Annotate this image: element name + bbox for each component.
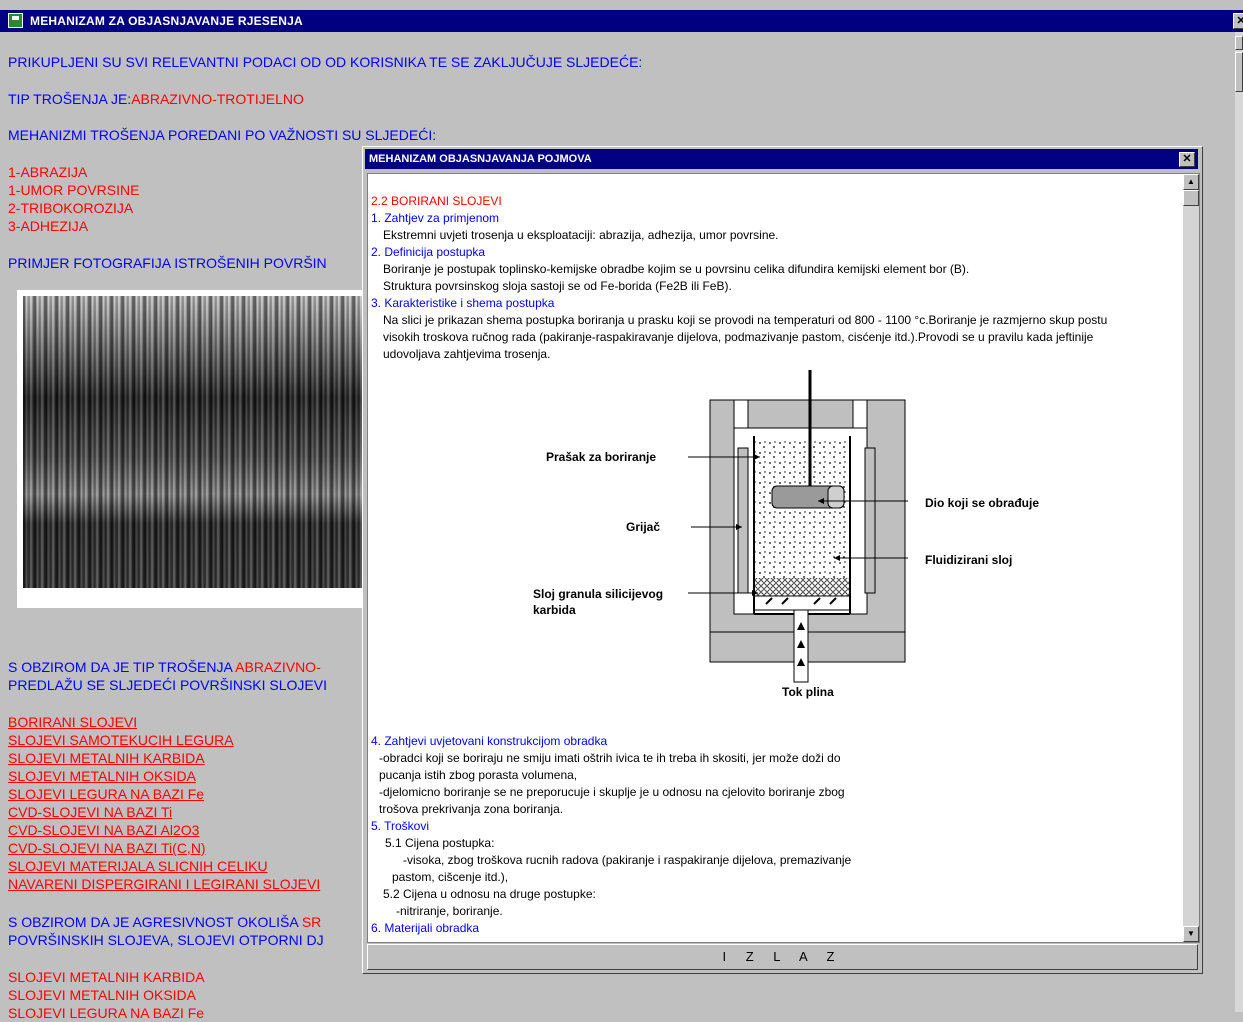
boriding-diagram: Prašak za boriranje Grijač Sloj granula … — [533, 370, 1048, 715]
main-scroll-thumb[interactable] — [1235, 52, 1243, 92]
worn-surface-photo-frame — [17, 290, 377, 608]
suggestion-prefix: S OBZIROM DA JE TIP TROŠENJA — [8, 659, 236, 675]
layer-link-metalni-karbidi[interactable]: SLOJEVI METALNIH KARBIDA — [8, 749, 205, 767]
layer-link-borirani[interactable]: BORIRANI SLOJEVI — [8, 713, 137, 731]
dialog-title-bar: MEHANIZAM OBJASNJAVANJA POJMOVA ✕ — [365, 149, 1198, 169]
section-4-line-1: -obradci koji se boriraju ne smiju imati… — [379, 751, 841, 765]
mechanism-item: 2-TRIBOKOROZIJA — [8, 200, 134, 216]
layer-link-cvd-al2o3[interactable]: CVD-SLOJEVI NA BAZI Al2O3 — [8, 821, 199, 839]
mechanism-item: 1-ABRAZIJA — [8, 164, 88, 180]
section-1-title: 1. Zahtjev za primjenom — [371, 211, 500, 225]
section-3-text-3: udovoljava zahtjevima trosenja. — [383, 347, 551, 361]
label-heater: Grijač — [626, 520, 661, 534]
suggestion-wear-type: ABRAZIVNO- — [235, 659, 321, 675]
label-gas-flow: Tok plina — [782, 685, 834, 699]
section-4-line-3: -djelomicno boriranje se ne preporucuje … — [379, 785, 845, 799]
worn-surface-photo — [23, 296, 377, 588]
main-scrollbar[interactable] — [1235, 32, 1243, 1012]
dialog-close-button[interactable]: ✕ — [1179, 152, 1195, 167]
wear-type-value: ABRAZIVNO-TROTIJELNO — [131, 91, 304, 107]
mechanism-item: 1-UMOR POVRSINE — [8, 182, 140, 198]
aggressiveness-line-2: POVRŠINSKIH SLOJEVA, SLOJEVI OTPORNI DJ — [8, 932, 324, 948]
bottom-list-item: SLOJEVI METALNIH OKSIDA — [8, 987, 197, 1003]
boriding-schematic — [688, 370, 908, 683]
section-5-2-a: -nitriranje, boriranje. — [396, 904, 503, 918]
section-3-text-1: Na slici je prikazan shema postupka bori… — [383, 313, 1108, 327]
mechanisms-heading: MEHANIZMI TROŠENJA POREDANI PO VAŽNOSTI … — [8, 127, 437, 143]
window-title: MEHANIZAM ZA OBJASNJAVANJE RJESENJA — [30, 14, 303, 28]
section-5-1-a: -visoka, zbog troškova rucnih radova (pa… — [403, 853, 852, 867]
main-title-bar: MEHANIZAM ZA OBJASNJAVANJE RJESENJA ✕ — [0, 10, 1243, 32]
label-powder: Prašak za boriranje — [546, 450, 657, 464]
dialog-scrollbar[interactable]: ▲ ▼ — [1183, 174, 1199, 942]
dialog-scroll-thumb[interactable] — [1183, 190, 1199, 206]
layer-link-slicni-celiku[interactable]: SLOJEVI MATERIJALA SLICNIH CELIKU — [8, 857, 268, 875]
section-2-title: 2. Definicija postupka — [371, 245, 486, 259]
label-workpiece: Dio koji se obrađuje — [925, 496, 1040, 510]
section-5-1: 5.1 Cijena postupka: — [385, 836, 495, 850]
dialog-content: 2.2 BORIRANI SLOJEVI 1. Zahtjev za primj… — [367, 173, 1200, 943]
layer-link-legure-fe[interactable]: SLOJEVI LEGURA NA BAZI Fe — [8, 785, 204, 803]
explanation-dialog: MEHANIZAM OBJASNJAVANJA POJMOVA ✕ 2.2 BO… — [362, 146, 1203, 974]
section-3-title: 3. Karakteristike i shema postupka — [371, 296, 555, 310]
section-5-1-b: pastom, cišcenje itd.), — [392, 870, 509, 884]
suggestion-line-1: S OBZIROM DA JE TIP TROŠENJA ABRAZIVNO- — [8, 658, 321, 676]
layer-link-cvd-ti[interactable]: CVD-SLOJEVI NA BAZI Ti — [8, 803, 172, 821]
layer-link-metalni-oksidi[interactable]: SLOJEVI METALNIH OKSIDA — [8, 767, 196, 785]
section-5-2: 5.2 Cijena u odnosu na druge postupke: — [383, 887, 596, 901]
section-4-title: 4. Zahtjevi uvjetovani konstrukcijom obr… — [371, 734, 608, 748]
wear-type-line: TIP TROŠENJA JE:ABRAZIVNO-TROTIJELNO — [8, 90, 304, 108]
wear-type-label: TIP TROŠENJA JE: — [8, 91, 132, 107]
app-icon — [8, 13, 23, 28]
section-2-text-2: Struktura povrsinskog sloja sastoji se o… — [383, 279, 732, 293]
label-fluidized-layer: Fluidizirani sloj — [925, 553, 1013, 567]
section-4-line-4: trošova prekrivanja zona boriranja. — [379, 802, 564, 816]
aggressiveness-prefix: S OBZIROM DA JE AGRESIVNOST OKOLIŠA — [8, 914, 302, 930]
photo-heading: PRIMJER FOTOGRAFIJA ISTROŠENIH POVRŠIN — [8, 255, 327, 271]
section-1-text: Ekstremni uvjeti trosenja u eksploatacij… — [383, 228, 779, 242]
layer-link-samotekuci[interactable]: SLOJEVI SAMOTEKUCIH LEGURA — [8, 731, 234, 749]
section-5-title: 5. Troškovi — [371, 819, 430, 833]
aggressiveness-line-1: S OBZIROM DA JE AGRESIVNOST OKOLIŠA SR — [8, 913, 321, 931]
scroll-up-button[interactable]: ▲ — [1183, 174, 1199, 190]
aggressiveness-value: SR — [301, 914, 322, 930]
label-grain-layer-2: karbida — [533, 603, 576, 617]
intro-text: PRIKUPLJENI SU SVI RELEVANTNI PODACI OD … — [8, 54, 643, 70]
scroll-down-button[interactable]: ▼ — [1183, 926, 1199, 942]
layer-link-cvd-ticn[interactable]: CVD-SLOJEVI NA BAZI Ti(C,N) — [8, 839, 206, 857]
main-close-button[interactable]: ✕ — [1233, 13, 1243, 29]
bottom-list-item: SLOJEVI LEGURA NA BAZI Fe — [8, 1005, 205, 1021]
section-3-text-2: visokih troskova ručnog rada (pakiranje-… — [383, 330, 1094, 344]
layer-link-navareni[interactable]: NAVARENI DISPERGIRANI I LEGIRANI SLOJEVI — [8, 875, 320, 893]
section-6-title: 6. Materijali obradka — [371, 921, 480, 935]
label-grain-layer-1: Sloj granula silicijevog — [533, 587, 664, 601]
mechanism-item: 3-ADHEZIJA — [8, 218, 89, 234]
exit-button[interactable]: I Z L A Z — [367, 944, 1198, 970]
dialog-title: MEHANIZAM OBJASNJAVANJA POJMOVA — [369, 153, 592, 165]
suggestion-line-2: PREDLAŽU SE SLJEDEĆI POVRŠINSKI SLOJEVI — [8, 677, 327, 693]
section-4-line-2: pucanja istih zbog porasta volumena, — [379, 768, 578, 782]
section-2-text-1: Boriranje je postupak toplinsko-kemijske… — [383, 262, 970, 276]
bottom-list-item: SLOJEVI METALNIH KARBIDA — [8, 969, 205, 985]
main-scroll-up-button[interactable] — [1235, 36, 1243, 50]
section-heading: 2.2 BORIRANI SLOJEVI — [371, 194, 502, 208]
